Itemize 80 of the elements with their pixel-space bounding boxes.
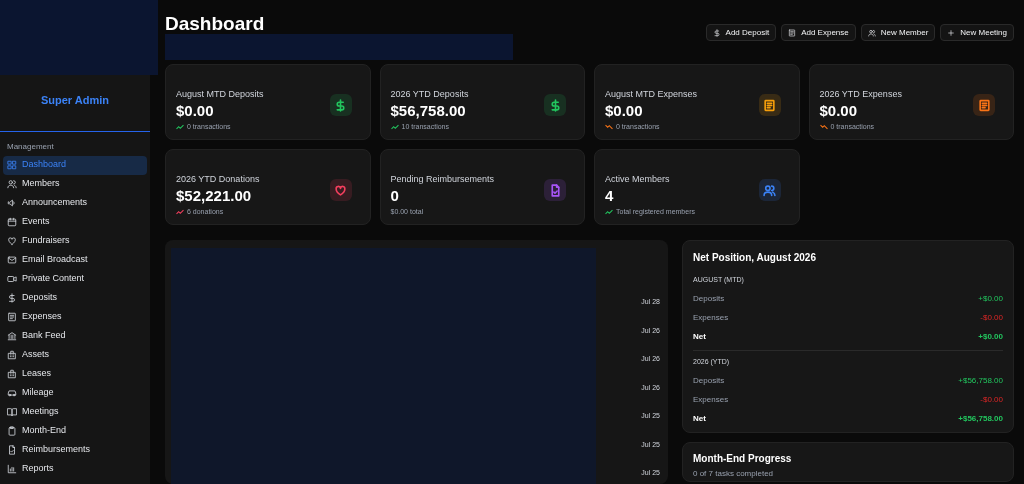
sidebar-item[interactable]: Month-End <box>3 421 147 441</box>
role-label: Super Admin <box>39 93 110 108</box>
card-title: Net Position, August 2026 <box>693 251 817 265</box>
stat-value: $0.00 <box>819 101 859 120</box>
bar-chart-icon <box>7 464 17 474</box>
dollar-icon <box>7 293 17 303</box>
action-button[interactable]: New Meeting <box>940 24 1014 41</box>
video-camera-icon <box>7 274 17 284</box>
stat-label: 2026 YTD Donations <box>176 173 260 186</box>
sidebar-item[interactable]: Reimbursements <box>3 440 147 460</box>
sidebar-item[interactable]: Meetings <box>3 402 147 422</box>
stat-label: Active Members <box>605 173 671 186</box>
receipt-icon <box>788 28 797 37</box>
row-value: +$0.00 <box>978 331 1003 343</box>
dollar-icon <box>712 28 721 37</box>
sidebar-item[interactable]: Private Content <box>3 269 147 289</box>
page-title: Dashboard <box>165 14 266 34</box>
row-value: +$0.00 <box>978 293 1003 305</box>
stat-label: August MTD Deposits <box>176 88 264 101</box>
trend-icon <box>176 123 184 130</box>
sidebar-item[interactable]: Announcements <box>3 193 147 213</box>
row-label: Deposits <box>693 374 725 387</box>
stat-label: August MTD Expenses <box>605 88 698 101</box>
sidebar-item[interactable]: Reports <box>3 459 147 479</box>
stat-label: 2026 YTD Expenses <box>819 88 902 101</box>
sidebar-item[interactable]: Assets <box>3 345 147 365</box>
stat-value: $0.00 <box>605 101 644 120</box>
sidebar-item[interactable]: Expenses <box>3 307 147 327</box>
heart-icon <box>7 236 17 246</box>
row-label: Expenses <box>693 312 729 324</box>
action-button[interactable]: Add Deposit <box>705 24 777 41</box>
building-icon <box>7 350 17 360</box>
stat-value: $56,758.00 <box>390 101 467 120</box>
action-button[interactable]: New Member <box>860 24 936 41</box>
stat-value: $0.00 <box>176 101 215 120</box>
row-value: +$56,758.00 <box>958 412 1003 425</box>
trend-icon <box>176 208 184 215</box>
row-label: Deposits <box>693 293 725 305</box>
row-label: Expenses <box>693 393 729 406</box>
document-icon <box>7 445 17 455</box>
book-icon <box>7 407 17 417</box>
stat-label: 2026 YTD Deposits <box>390 88 469 101</box>
clipboard-icon <box>7 426 17 436</box>
plus-icon <box>947 28 956 37</box>
car-icon <box>7 388 17 398</box>
trend-icon <box>605 208 613 215</box>
grid-icon <box>7 160 17 170</box>
row-value: -$0.00 <box>980 312 1003 324</box>
section-label: Management <box>6 140 55 153</box>
trend-icon <box>819 123 828 130</box>
sidebar-item[interactable]: Members <box>3 174 147 194</box>
receipt-icon <box>7 312 17 322</box>
progress-note: 0 of 7 tasks completed <box>693 468 775 480</box>
mail-icon <box>7 255 17 265</box>
stat-value: $52,221.00 <box>176 186 253 205</box>
people-icon <box>7 179 17 189</box>
sidebar-item[interactable]: Fundraisers <box>3 231 147 251</box>
row-value: +$56,758.00 <box>958 374 1003 387</box>
card-title: Month-End Progress <box>693 452 793 466</box>
action-button[interactable]: Add Expense <box>781 24 856 41</box>
sidebar-item[interactable]: Leases <box>3 364 147 384</box>
row-value: -$0.00 <box>980 393 1003 406</box>
trend-icon <box>605 123 613 130</box>
row-label: Net <box>693 331 706 343</box>
trend-icon <box>390 123 399 130</box>
stat-value: 4 <box>605 186 615 205</box>
sidebar-item[interactable]: Deposits <box>3 288 147 308</box>
sidebar-item[interactable]: Dashboard <box>3 155 147 175</box>
bank-icon <box>7 331 17 341</box>
sidebar-item[interactable]: Events <box>3 212 147 232</box>
sidebar-item[interactable]: Mileage <box>3 383 147 403</box>
row-label: Net <box>693 412 706 425</box>
sidebar-item[interactable]: Email Broadcast <box>3 250 147 270</box>
sidebar-item[interactable]: Bank Feed <box>3 326 147 346</box>
calendar-icon <box>7 217 17 227</box>
people-icon <box>867 28 876 37</box>
stat-label: Pending Reimbursements <box>390 173 495 186</box>
building-icon <box>7 369 17 379</box>
stat-value: 0 <box>390 186 400 205</box>
megaphone-icon <box>7 198 17 208</box>
